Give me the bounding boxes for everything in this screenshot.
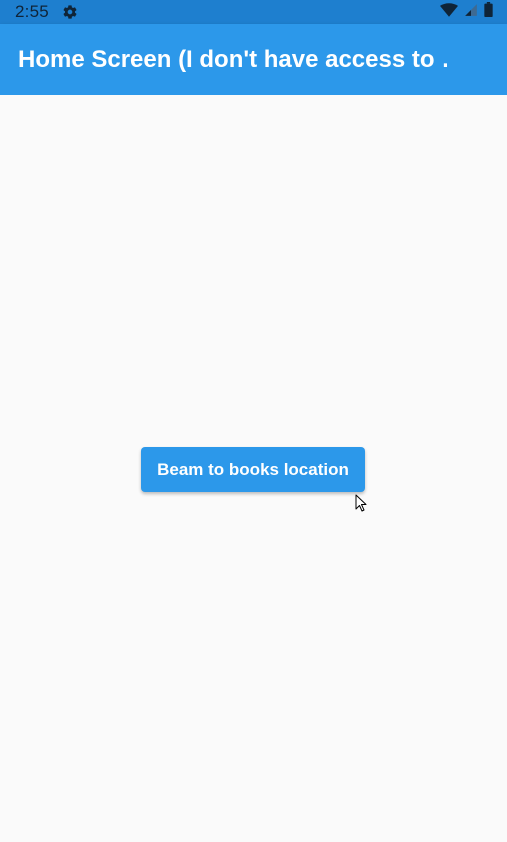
status-time: 2:55	[15, 2, 49, 21]
wifi-icon	[440, 2, 458, 22]
status-bar: 2:55	[0, 0, 507, 24]
cell-signal-icon	[464, 3, 478, 22]
main-content: Beam to books location	[0, 95, 507, 842]
status-icons	[440, 2, 493, 22]
beam-to-books-button[interactable]: Beam to books location	[141, 447, 365, 492]
mouse-cursor-icon	[355, 494, 367, 512]
app-bar: Home Screen (I don't have access to …	[0, 24, 507, 95]
gear-icon	[61, 3, 79, 21]
battery-icon	[484, 2, 493, 22]
page-title: Home Screen (I don't have access to …	[18, 45, 447, 73]
